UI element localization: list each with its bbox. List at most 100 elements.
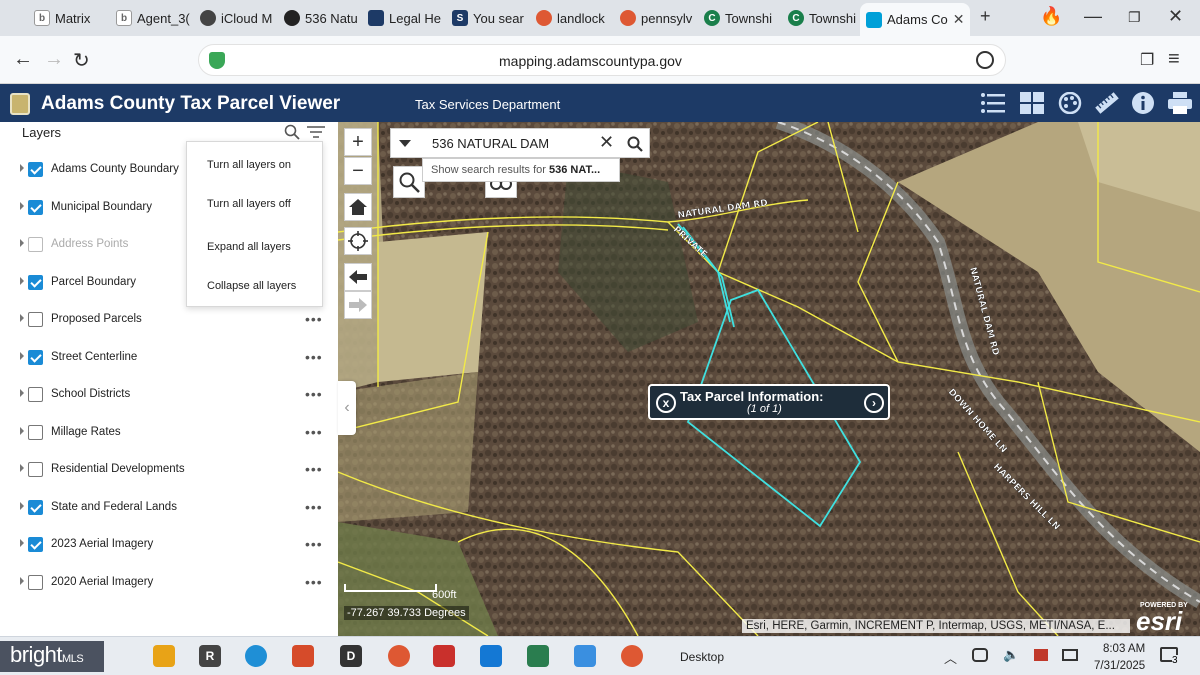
app-r-icon[interactable]: R [199, 645, 221, 667]
forward-button[interactable]: → [44, 48, 64, 71]
info-icon[interactable] [1131, 92, 1155, 114]
menu-icon[interactable]: ≡ [1168, 48, 1180, 71]
desktop-label[interactable]: Desktop [680, 650, 724, 664]
list-icon[interactable] [981, 92, 1005, 114]
expand-caret-icon[interactable] [20, 277, 24, 285]
search-icon[interactable] [284, 124, 300, 140]
layer-checkbox[interactable] [28, 162, 43, 177]
copilot-icon[interactable] [976, 51, 994, 69]
layer-options-icon[interactable]: ••• [305, 574, 323, 590]
app-tray-icon[interactable] [1034, 649, 1048, 661]
dropbox-icon[interactable] [480, 645, 502, 667]
zoom-in-button[interactable]: + [344, 128, 372, 156]
expand-caret-icon[interactable] [20, 427, 24, 435]
browser-tab[interactable]: C Townshi [782, 4, 866, 32]
back-button[interactable]: ← [13, 48, 33, 71]
battery-icon[interactable] [1062, 649, 1078, 661]
expand-caret-icon[interactable] [20, 539, 24, 547]
layer-checkbox[interactable] [28, 500, 43, 515]
browser-tab[interactable]: Legal He [362, 4, 446, 32]
layer-checkbox[interactable] [28, 312, 43, 327]
search-input[interactable]: 536 NATURAL DAM [432, 136, 549, 151]
expand-caret-icon[interactable] [20, 577, 24, 585]
menu-item-expand[interactable]: Expand all layers [207, 241, 291, 253]
popup-next-icon[interactable]: › [864, 393, 884, 413]
layer-options-icon[interactable]: ••• [305, 386, 323, 402]
layer-checkbox[interactable] [28, 350, 43, 365]
layer-checkbox[interactable] [28, 200, 43, 215]
url-text[interactable]: mapping.adamscountypa.gov [499, 53, 682, 69]
layer-checkbox[interactable] [28, 575, 43, 590]
layer-row[interactable]: State and Federal Lands ••• [0, 497, 338, 519]
cloud-sync-icon[interactable] [972, 648, 988, 662]
layer-options-icon[interactable]: ••• [305, 424, 323, 440]
layer-row[interactable]: Proposed Parcels ••• [0, 309, 338, 331]
home-button[interactable] [344, 193, 372, 221]
ruler-icon[interactable] [1095, 92, 1119, 114]
print-icon[interactable] [1168, 92, 1192, 114]
layer-checkbox[interactable] [28, 462, 43, 477]
search-tool-button[interactable] [393, 166, 425, 198]
layer-checkbox[interactable] [28, 387, 43, 402]
search-source-dropdown-icon[interactable] [399, 140, 411, 147]
clear-search-icon[interactable]: ✕ [599, 132, 614, 153]
browser-tab[interactable]: iCloud M [194, 4, 278, 32]
browser-tab[interactable]: C Townshi [698, 4, 782, 32]
edge-icon[interactable] [245, 645, 267, 667]
app-green-icon[interactable] [527, 645, 549, 667]
menu-item-turn-off[interactable]: Turn all layers off [207, 198, 291, 210]
new-tab-button[interactable]: + [980, 6, 991, 27]
layer-options-icon[interactable]: ••• [305, 499, 323, 515]
expand-caret-icon[interactable] [20, 202, 24, 210]
photos-icon[interactable] [574, 645, 596, 667]
app-d-icon[interactable]: D [340, 645, 362, 667]
browser-tab[interactable]: b Agent_3( [110, 4, 194, 32]
menu-item-collapse[interactable]: Collapse all layers [207, 280, 296, 292]
close-window-button[interactable]: ✕ [1168, 6, 1183, 27]
popup-close-icon[interactable]: x [656, 393, 676, 413]
layer-options-icon[interactable]: ••• [305, 461, 323, 477]
browser-tab-active[interactable]: Adams Co ✕ [860, 3, 970, 36]
browser-tab[interactable]: b Matrix [28, 4, 110, 32]
close-tab-icon[interactable]: ✕ [953, 11, 965, 28]
flame-icon[interactable]: 🔥 [1040, 6, 1062, 27]
expand-caret-icon[interactable] [20, 464, 24, 472]
grid-icon[interactable] [1020, 92, 1044, 114]
reload-button[interactable]: ↻ [73, 48, 90, 73]
layer-row[interactable]: Millage Rates ••• [0, 422, 338, 444]
filter-menu-icon[interactable] [307, 125, 325, 139]
layer-row[interactable]: School Districts ••• [0, 384, 338, 406]
esri-logo[interactable]: esri [1136, 606, 1182, 637]
browser-tab[interactable]: pennsylv [614, 4, 698, 32]
duckduckgo-active-icon[interactable] [621, 645, 643, 667]
layer-checkbox[interactable] [28, 425, 43, 440]
layer-options-icon[interactable]: ••• [305, 536, 323, 552]
search-bar[interactable]: 536 NATURAL DAM ✕ [390, 128, 650, 158]
layer-options-icon[interactable]: ••• [305, 311, 323, 327]
layer-checkbox[interactable] [28, 237, 43, 252]
expand-caret-icon[interactable] [20, 389, 24, 397]
office-icon[interactable] [292, 645, 314, 667]
parcel-info-popup[interactable]: x Tax Parcel Information: (1 of 1) › [648, 384, 890, 420]
file-explorer-icon[interactable] [153, 645, 175, 667]
address-bar[interactable]: mapping.adamscountypa.gov [198, 44, 1006, 76]
minimize-button[interactable]: — [1084, 6, 1102, 27]
layer-options-icon[interactable]: ••• [305, 349, 323, 365]
expand-caret-icon[interactable] [20, 164, 24, 172]
layer-checkbox[interactable] [28, 275, 43, 290]
locate-button[interactable] [344, 227, 372, 255]
collections-icon[interactable]: ❐ [1140, 50, 1154, 70]
search-suggestion[interactable]: Show search results for 536 NAT... [422, 158, 620, 182]
search-submit-icon[interactable] [627, 136, 643, 152]
layer-row[interactable]: Street Centerline ••• [0, 347, 338, 369]
map-attribution[interactable]: Esri, HERE, Garmin, INCREMENT P, Interma… [742, 619, 1130, 633]
layer-row[interactable]: Residential Developments ••• [0, 459, 338, 481]
map-view[interactable]: NATURAL DAM RD PRIVATE NATURAL DAM RD DO… [338, 122, 1200, 636]
chevron-up-icon[interactable]: ︿ [944, 648, 957, 667]
browser-tab[interactable]: S You sear [446, 4, 530, 32]
duckduckgo-icon[interactable] [388, 645, 410, 667]
expand-caret-icon[interactable] [20, 239, 24, 247]
expand-caret-icon[interactable] [20, 314, 24, 322]
expand-caret-icon[interactable] [20, 502, 24, 510]
collapse-panel-button[interactable]: ‹ [338, 381, 356, 435]
